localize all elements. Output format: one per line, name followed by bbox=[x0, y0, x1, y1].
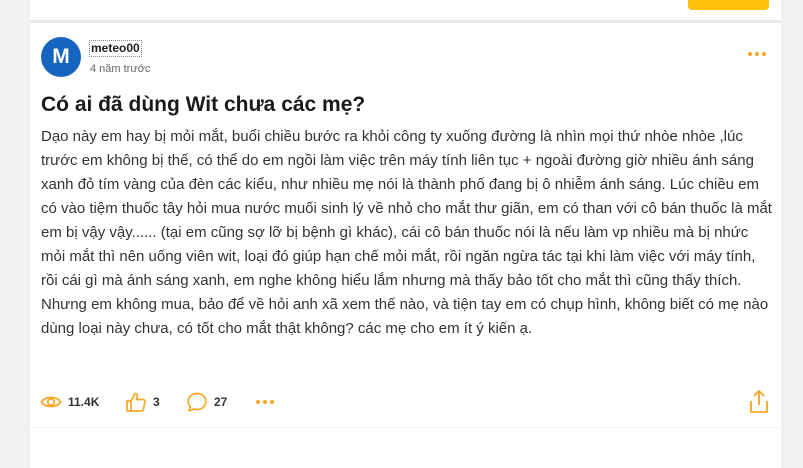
author-name[interactable]: meteo00 bbox=[89, 40, 142, 57]
likes-count: 3 bbox=[153, 395, 160, 409]
more-actions-button[interactable] bbox=[255, 389, 275, 415]
more-horizontal-icon bbox=[255, 397, 275, 407]
share-button[interactable] bbox=[748, 389, 770, 420]
comment-icon bbox=[186, 391, 208, 413]
post-actions-bar: 11.4K 3 27 bbox=[40, 389, 770, 415]
post-card: M meteo00 4 năm trước Có ai đã dùng Wit … bbox=[30, 22, 781, 427]
post-body: Dạo này em hay bị mỏi mắt, buổi chiều bư… bbox=[41, 128, 772, 337]
more-options-icon[interactable] bbox=[747, 47, 767, 61]
comment-button[interactable]: 27 bbox=[186, 389, 227, 415]
previous-post-card bbox=[30, 0, 781, 21]
views-count: 11.4K bbox=[68, 395, 100, 409]
views-stat: 11.4K bbox=[40, 389, 99, 415]
share-icon bbox=[748, 390, 770, 419]
next-post-card bbox=[30, 428, 781, 468]
eye-icon bbox=[40, 394, 62, 410]
post-title[interactable]: Có ai đã dùng Wit chưa các mẹ? bbox=[41, 91, 761, 119]
avatar[interactable]: M bbox=[41, 37, 81, 77]
comments-count: 27 bbox=[214, 395, 228, 409]
thumbs-up-icon bbox=[125, 391, 147, 413]
post-time: 4 năm trước bbox=[90, 63, 151, 75]
like-button[interactable]: 3 bbox=[125, 389, 160, 415]
top-action-button[interactable] bbox=[688, 0, 769, 10]
